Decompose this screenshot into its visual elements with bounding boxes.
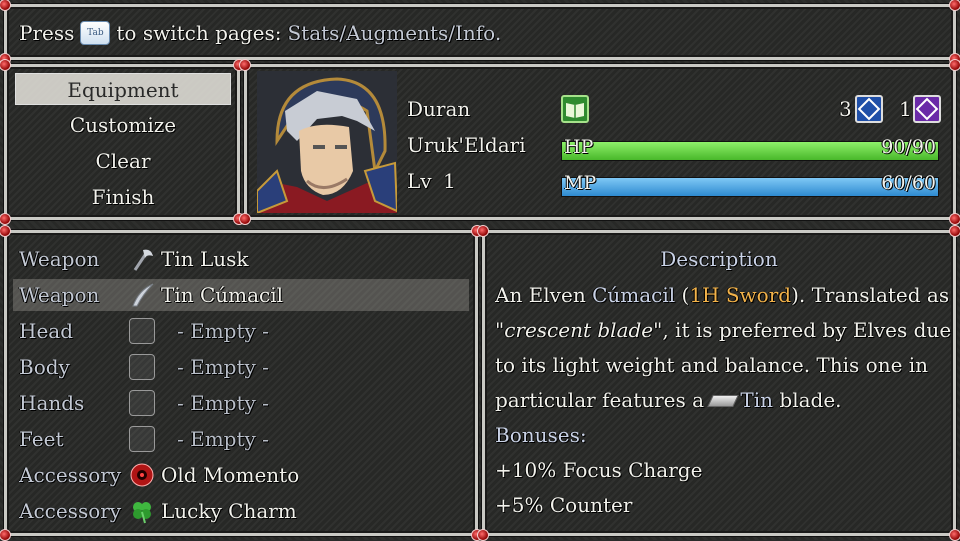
description-line-3: to its light weight and balance. This on… (495, 353, 929, 377)
character-name: Duran (407, 97, 471, 121)
slot-name: Weapon (19, 283, 100, 307)
item-name: Old Momento (161, 463, 300, 487)
description-line-4: particular features a Tin blade. (495, 388, 842, 412)
level-label: Lv (407, 169, 432, 193)
equip-row-hands[interactable]: Hands - Empty - (13, 387, 469, 419)
curved-sword-icon (129, 282, 155, 308)
game-screen: Press Tab to switch pages: Stats/Augment… (0, 0, 960, 541)
empty-slot-icon (129, 354, 155, 380)
description-line-1: An Elven Cúmacil (1H Sword). Translated … (495, 283, 950, 307)
equip-row-accessory-2[interactable]: Accessory Lucky Charm (13, 495, 469, 527)
slot-name: Hands (19, 391, 85, 415)
bonuses-label: Bonuses: (495, 423, 587, 447)
mp-bar: MP 60/60 (561, 172, 939, 197)
level-value: 1 (443, 169, 456, 193)
empty-slot-icon (129, 318, 155, 344)
mp-label: MP (564, 172, 597, 194)
item-name: - Empty - (177, 427, 269, 451)
character-portrait (257, 71, 397, 213)
command-menu: Equipment Customize Clear Finish (0, 59, 245, 225)
hint-pages: Stats/Augments/Info. (287, 21, 502, 45)
jp-count: 1 (899, 97, 912, 121)
equip-row-weapon-1[interactable]: Weapon Tin Lusk (13, 243, 469, 275)
menu-finish[interactable]: Finish (15, 181, 231, 213)
slot-name: Accessory (19, 499, 122, 523)
equipment-list: Weapon Tin Lusk Weapon Tin Cúmacil Head … (0, 225, 483, 541)
sp-badge-icon (855, 95, 883, 123)
equip-row-head[interactable]: Head - Empty - (13, 315, 469, 347)
hp-value: 90/90 (881, 136, 936, 158)
slot-name: Head (19, 319, 74, 343)
description-title: Description (660, 247, 778, 271)
tab-key-icon: Tab (80, 21, 111, 45)
bonus-2: +5% Counter (495, 493, 633, 517)
mp-value: 60/60 (881, 172, 936, 194)
slot-name: Body (19, 355, 70, 379)
description-panel: Description An Elven Cúmacil (1H Sword).… (477, 225, 960, 541)
bonus-1: +10% Focus Charge (495, 458, 703, 482)
sp-count: 3 (839, 97, 852, 121)
item-name: Tin Lusk (161, 247, 249, 271)
equip-row-feet[interactable]: Feet - Empty - (13, 423, 469, 455)
equip-row-body[interactable]: Body - Empty - (13, 351, 469, 383)
item-name: - Empty - (177, 355, 269, 379)
item-name: - Empty - (177, 391, 269, 415)
character-race: Uruk'Eldari (407, 133, 526, 157)
clover-icon (129, 498, 155, 524)
hint-bar: Press Tab to switch pages: Stats/Augment… (0, 0, 960, 65)
equip-row-weapon-2[interactable]: Weapon Tin Cúmacil (13, 279, 469, 311)
slot-name: Feet (19, 427, 64, 451)
jp-badge-icon (913, 95, 941, 123)
red-eye-icon (129, 462, 155, 488)
hp-bar: HP 90/90 (561, 136, 939, 161)
item-name: Tin Cúmacil (161, 283, 284, 307)
tin-ingot-icon (707, 395, 740, 407)
empty-slot-icon (129, 390, 155, 416)
hp-label: HP (564, 136, 594, 158)
axe-icon (129, 246, 155, 272)
item-name: - Empty - (177, 319, 269, 343)
skill-book-icon[interactable] (561, 95, 589, 123)
item-name: Lucky Charm (161, 499, 297, 523)
character-status: Duran Uruk'Eldari Lv 1 3 1 HP 90/90 MP 6… (239, 59, 960, 225)
menu-clear[interactable]: Clear (15, 145, 231, 177)
equip-row-accessory-1[interactable]: Accessory Old Momento (13, 459, 469, 491)
hint-switch: to switch pages: (116, 21, 282, 45)
slot-name: Accessory (19, 463, 122, 487)
slot-name: Weapon (19, 247, 100, 271)
hint-press: Press (19, 21, 75, 45)
description-line-2: "crescent blade", it is preferred by Elv… (495, 318, 952, 342)
menu-equipment[interactable]: Equipment (15, 73, 231, 105)
empty-slot-icon (129, 426, 155, 452)
menu-customize[interactable]: Customize (15, 109, 231, 141)
